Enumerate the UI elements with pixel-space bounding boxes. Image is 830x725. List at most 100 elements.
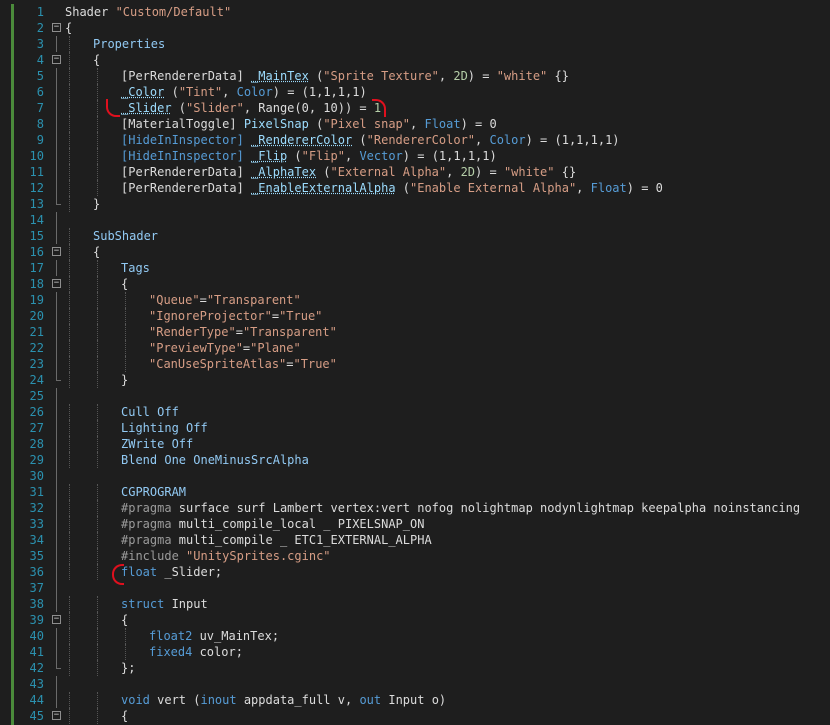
- annotation-mark-float-slider: [112, 564, 124, 585]
- code-text: fixed4 color;: [65, 644, 243, 660]
- code-text: [PerRendererData] _AlphaTex ("External A…: [65, 164, 576, 180]
- line-number: 34: [29, 533, 44, 547]
- collapse-icon[interactable]: −: [52, 615, 61, 624]
- line-number: 14: [29, 213, 44, 227]
- fold-line: [56, 68, 57, 84]
- code-token: ) =: [467, 69, 497, 83]
- code-token: ,: [446, 165, 461, 179]
- code-token: _Color: [121, 85, 165, 99]
- line-number: 28: [29, 437, 44, 451]
- code-token: {: [65, 21, 73, 35]
- code-token: ,: [576, 181, 591, 195]
- code-token: ZWrite Off: [121, 437, 194, 451]
- code-token: "Pixel snap": [323, 117, 411, 131]
- code-token: CGPROGRAM: [121, 485, 187, 499]
- code-token: void: [121, 693, 150, 707]
- line-number: 20: [29, 309, 44, 323]
- fold-line: [56, 596, 57, 612]
- code-token: ) = 0: [460, 117, 497, 131]
- code-token: "Transparent": [242, 325, 337, 339]
- code-token: _Slider: [121, 101, 172, 115]
- line-number: 19: [29, 293, 44, 307]
- code-token: {: [121, 613, 129, 627]
- code-token: {: [121, 709, 129, 723]
- code-text: {: [65, 52, 100, 68]
- code-token: surface surf Lambert vertex:vert nofog n…: [171, 501, 801, 515]
- code-token: "Enable External Alpha": [410, 181, 577, 195]
- fold-line: [56, 468, 57, 484]
- line-number: 4: [36, 53, 44, 67]
- line-number: 17: [29, 261, 44, 275]
- fold-line: [56, 84, 57, 100]
- code-token: Input o): [381, 693, 447, 707]
- line-number: 10: [29, 149, 44, 163]
- code-token: {}: [554, 165, 577, 179]
- fold-line: [56, 180, 57, 196]
- fold-line: [56, 36, 57, 52]
- line-number: 8: [36, 117, 44, 131]
- code-text: Properties: [65, 36, 165, 52]
- code-token: float: [121, 565, 158, 579]
- line-number: 37: [29, 581, 44, 595]
- line-number: 21: [29, 325, 44, 339]
- fold-line: [56, 500, 57, 516]
- code-token: #pragma: [121, 533, 172, 547]
- code-token: ,: [475, 133, 490, 147]
- code-token: "Transparent": [206, 293, 301, 307]
- collapse-icon[interactable]: −: [52, 23, 61, 32]
- code-token: #pragma: [121, 501, 172, 515]
- code-token: "white": [503, 165, 555, 179]
- line-number: 23: [29, 357, 44, 371]
- code-token: "white": [496, 69, 548, 83]
- code-text: CGPROGRAM: [65, 484, 186, 500]
- collapse-icon[interactable]: −: [52, 247, 61, 256]
- code-token: ) = (1,1,1,1): [402, 149, 497, 163]
- fold-end-marker: [56, 372, 61, 381]
- code-token: [HideInInspector]: [121, 149, 252, 163]
- collapse-icon[interactable]: −: [52, 55, 61, 64]
- line-number: 9: [36, 133, 44, 147]
- line-number: 15: [29, 229, 44, 243]
- code-token: };: [121, 661, 136, 675]
- fold-line: [56, 260, 57, 276]
- fold-line: [56, 324, 57, 340]
- line-number: 36: [29, 565, 44, 579]
- code-token: [PerRendererData]: [121, 165, 252, 179]
- code-text: Shader "Custom/Default": [65, 4, 231, 20]
- code-token: Lighting Off: [121, 421, 208, 435]
- code-editor[interactable]: 1 Shader "Custom/Default" 2−{3 Properties 4−…: [0, 0, 830, 725]
- code-token: "RenderType": [149, 325, 236, 339]
- collapse-icon[interactable]: −: [52, 279, 61, 288]
- code-text: [MaterialToggle] PixelSnap ("Pixel snap"…: [65, 116, 497, 132]
- code-text: }: [65, 196, 100, 212]
- code-token: =: [271, 309, 280, 323]
- line-number: 11: [29, 165, 44, 179]
- code-token: ) = (1,1,1,1): [525, 133, 620, 147]
- code-text: #pragma surface surf Lambert vertex:vert…: [65, 500, 800, 516]
- line-number: 30: [29, 469, 44, 483]
- code-token: "Custom/Default": [115, 5, 232, 19]
- code-token: ) =: [475, 165, 504, 179]
- line-number: 32: [29, 501, 44, 515]
- fold-line: [56, 516, 57, 532]
- code-text: [PerRendererData] _MainTex ("Sprite Text…: [65, 68, 569, 84]
- line-number: 39: [29, 613, 44, 627]
- collapse-icon[interactable]: −: [52, 711, 61, 720]
- code-token: uv_MainTex;: [192, 629, 280, 643]
- code-token: float2: [149, 629, 193, 643]
- code-token: , Range(0, 10)) =: [243, 101, 374, 115]
- fold-line: [56, 644, 57, 660]
- code-token: appdata_full v,: [236, 693, 360, 707]
- line-number: 25: [29, 389, 44, 403]
- line-number: 16: [29, 245, 44, 259]
- line-number: 42: [29, 661, 44, 675]
- code-text: float _Slider;: [65, 564, 222, 580]
- code-token: ) = (1,1,1,1): [272, 85, 367, 99]
- code-text: {: [65, 612, 128, 628]
- code-text: Lighting Off: [65, 420, 208, 436]
- line-number: 5: [36, 69, 44, 83]
- code-token: _RendererColor: [251, 133, 353, 147]
- fold-line: [56, 340, 57, 356]
- line-number: 43: [29, 677, 44, 691]
- code-token: "UnitySprites.cginc": [186, 549, 331, 563]
